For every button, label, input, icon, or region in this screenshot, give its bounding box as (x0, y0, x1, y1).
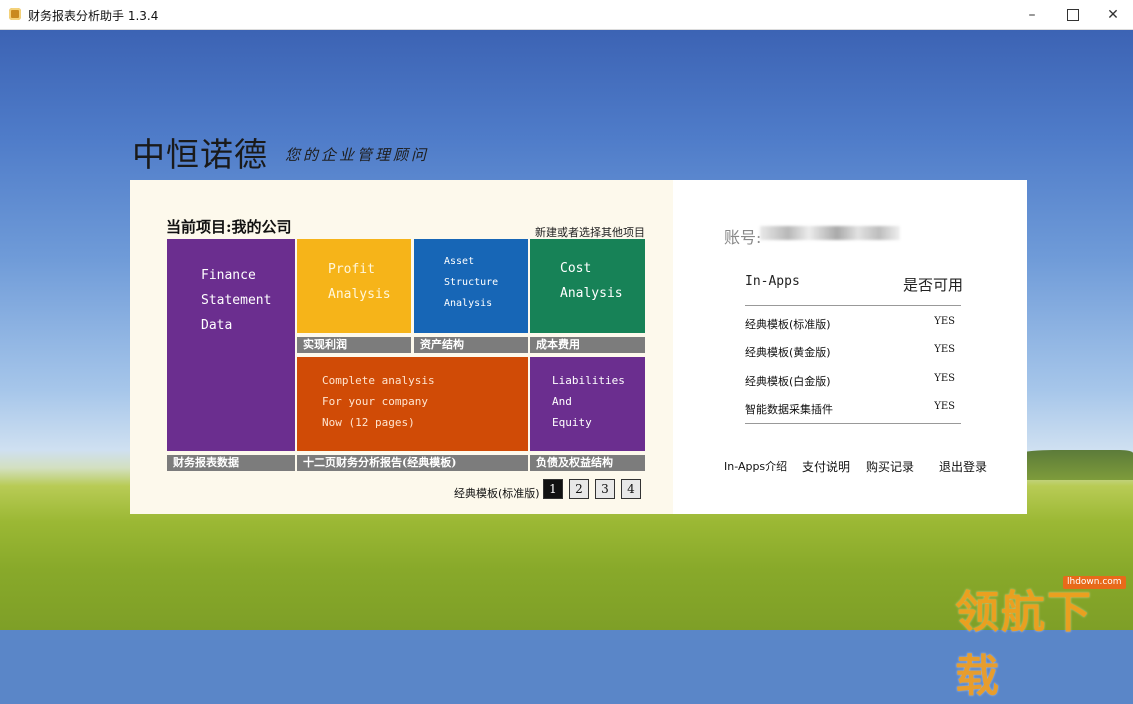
cost-label: 成本费用 (530, 337, 645, 353)
minimize-button[interactable]: – (1012, 0, 1052, 30)
page-button-2[interactable]: 2 (569, 479, 589, 499)
new-project-link[interactable]: 新建或者选择其他项目 (535, 224, 645, 240)
profit-label: 实现利润 (297, 337, 411, 353)
account-label: 账号: (724, 228, 762, 247)
window-title: 财务报表分析助手 1.3.4 (28, 9, 159, 23)
account-value: •••••••••• (760, 226, 900, 240)
finance-label: 财务报表数据 (167, 455, 295, 471)
cost-analysis-text: Cost Analysis (560, 261, 623, 301)
maximize-icon (1067, 9, 1079, 21)
inapp-row: 经典模板(白金版) YES (745, 373, 961, 393)
watermark-site: lhdown.com (1063, 576, 1126, 589)
liabilities-equity-tile[interactable]: Liabilities And Equity (530, 357, 645, 451)
inapp-row: 经典模板(黄金版) YES (745, 344, 961, 364)
inapp-row: 经典模板(标准版) YES (745, 316, 961, 336)
profit-analysis-text: Profit Analysis (328, 262, 391, 302)
inapp-available: YES (934, 373, 955, 384)
maximize-button[interactable] (1053, 0, 1093, 30)
app-icon (9, 8, 21, 20)
project-area: 当前项目:我的公司 新建或者选择其他项目 Finance Statement D… (130, 180, 673, 514)
cost-analysis-tile[interactable]: Cost Analysis (530, 239, 645, 333)
main-panel: 当前项目:我的公司 新建或者选择其他项目 Finance Statement D… (130, 180, 1027, 514)
purchase-history-link[interactable]: 购买记录 (866, 458, 914, 475)
liabilities-label: 负债及权益结构 (530, 455, 645, 471)
logout-link[interactable]: 退出登录 (939, 458, 987, 475)
template-label: 经典模板(标准版) (454, 487, 540, 500)
page-button-3[interactable]: 3 (595, 479, 615, 499)
asset-label: 资产结构 (414, 337, 528, 353)
inapp-row: 智能数据采集插件 YES (745, 401, 961, 421)
watermark-text: 领航下载 (955, 587, 1093, 702)
page-button-4[interactable]: 4 (621, 479, 641, 499)
divider (745, 423, 961, 424)
liabilities-equity-text: Liabilities And Equity (552, 374, 625, 429)
title-bar: 财务报表分析助手 1.3.4 – ✕ (0, 0, 1133, 30)
inapps-header: In-Apps (745, 274, 800, 289)
close-button[interactable]: ✕ (1093, 0, 1133, 30)
inapp-name: 智能数据采集插件 (745, 403, 833, 416)
inapp-available: YES (934, 344, 955, 355)
inapp-available: YES (934, 316, 955, 327)
inapp-available: YES (934, 401, 955, 412)
brand-slogan: 您的企业管理顾问 (285, 146, 430, 164)
finance-statement-text: Finance Statement Data (201, 268, 272, 333)
asset-structure-text: Asset Structure Analysis (444, 256, 499, 309)
complete-analysis-tile[interactable]: Complete analysis For your company Now (… (297, 357, 528, 451)
project-title: 当前项目:我的公司 (166, 218, 292, 236)
brand-name: 中恒诺德 (132, 135, 268, 174)
asset-structure-tile[interactable]: Asset Structure Analysis (414, 239, 528, 333)
profit-analysis-tile[interactable]: Profit Analysis (297, 239, 411, 333)
complete-analysis-text: Complete analysis For your company Now (… (322, 374, 435, 429)
inapp-name: 经典模板(白金版) (745, 375, 831, 388)
page-button-1[interactable]: 1 (543, 479, 563, 499)
inapp-name: 经典模板(标准版) (745, 318, 831, 331)
complete-label: 十二页财务分析报告(经典模板) (297, 455, 528, 471)
divider (745, 305, 961, 306)
inapps-intro-link[interactable]: In-Apps介绍 (724, 458, 787, 474)
availability-header: 是否可用 (903, 276, 964, 294)
payment-info-link[interactable]: 支付说明 (802, 458, 850, 475)
inapp-name: 经典模板(黄金版) (745, 346, 831, 359)
finance-statement-tile[interactable]: Finance Statement Data (167, 239, 295, 451)
